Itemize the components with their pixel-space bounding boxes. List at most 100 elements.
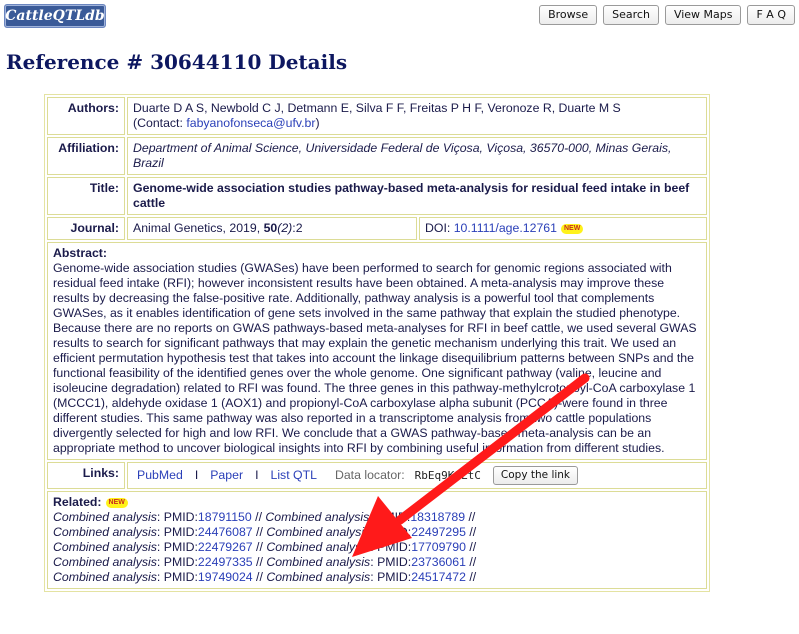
related-cell: Related: NEW Combined analysis: PMID:1879…	[47, 491, 707, 589]
journal-value: Animal Genetics, 2019, 50(2):2	[127, 217, 417, 240]
pmid-link[interactable]: 18791150	[198, 510, 252, 524]
related-separator: //	[252, 555, 267, 569]
related-entry-row: Combined analysis: PMID:19749024 // Comb…	[53, 570, 701, 585]
abstract-row: Abstract: Genome-wide association studie…	[47, 242, 707, 460]
combined-analysis-label: Combined analysis	[53, 525, 157, 539]
pmid-prefix: PMID:	[377, 540, 412, 554]
abstract-label: Abstract:	[53, 246, 107, 260]
related-label: Related:	[53, 495, 102, 509]
affiliation-row: Affiliation: Department of Animal Scienc…	[47, 137, 707, 175]
pmid-link[interactable]: 23736061	[411, 555, 466, 569]
search-button[interactable]: Search	[603, 5, 659, 25]
link-separator: I	[255, 468, 259, 482]
combined-analysis-label: Combined analysis	[53, 540, 157, 554]
links-label: Links:	[47, 462, 125, 489]
data-locator-label: Data locator:	[334, 468, 405, 482]
related-separator: //	[252, 570, 267, 584]
combined-analysis-label: Combined analysis	[266, 540, 371, 554]
site-logo[interactable]: CattleQTLdb	[4, 4, 106, 28]
pmid-link[interactable]: 19749024	[198, 570, 253, 584]
authors-row: Authors: Duarte D A S, Newbold C J, Detm…	[47, 97, 707, 135]
related-separator: //	[465, 540, 477, 554]
colon: :	[156, 525, 164, 539]
pmid-link[interactable]: 17709790	[411, 540, 466, 554]
related-list: Combined analysis: PMID:18791150 // Comb…	[53, 510, 701, 585]
related-entry-row: Combined analysis: PMID:22497335 // Comb…	[53, 555, 701, 570]
pmid-prefix: PMID:	[377, 555, 412, 569]
new-badge: NEW	[105, 498, 128, 508]
related-entry-row: Combined analysis: PMID:18791150 // Comb…	[53, 510, 701, 525]
links-row: Links: PubMed I Paper I List QTL Data lo…	[47, 462, 707, 489]
pmid-link[interactable]: 24517472	[411, 570, 466, 584]
journal-volume: 50	[263, 221, 278, 235]
title-value: Genome-wide association studies pathway-…	[127, 177, 707, 215]
pmid-link[interactable]: 22479267	[198, 540, 253, 554]
journal-label: Journal:	[47, 217, 125, 240]
pubmed-link[interactable]: PubMed	[137, 468, 183, 483]
related-entry-row: Combined analysis: PMID:24476087 // Comb…	[53, 525, 701, 540]
related-separator: //	[465, 555, 477, 569]
pmid-prefix: PMID:	[163, 510, 198, 524]
paper-link[interactable]: Paper	[210, 468, 243, 483]
doi-cell: DOI: 10.1111/age.12761 NEW	[419, 217, 707, 240]
list-qtl-link[interactable]: List QTL	[270, 468, 316, 483]
combined-analysis-label: Combined analysis	[265, 510, 370, 524]
faq-button[interactable]: F A Q	[747, 5, 795, 25]
contact-suffix: )	[315, 116, 320, 130]
title-row: Title: Genome-wide association studies p…	[47, 177, 707, 215]
related-separator: //	[465, 510, 476, 524]
view-maps-button[interactable]: View Maps	[664, 5, 742, 25]
pmid-link[interactable]: 18318789	[410, 510, 465, 524]
combined-analysis-label: Combined analysis	[53, 570, 157, 584]
pmid-prefix: PMID:	[163, 555, 198, 569]
related-separator: //	[252, 540, 267, 554]
top-nav: Browse Search View Maps F A Q	[539, 5, 795, 25]
data-locator-value: RbEq9K9LtC	[414, 469, 481, 482]
colon: :	[156, 510, 164, 524]
journal-row: Journal: Animal Genetics, 2019, 50(2):2 …	[47, 217, 707, 240]
pmid-prefix: PMID:	[163, 525, 198, 539]
doi-label: DOI:	[425, 221, 454, 235]
related-row: Related: NEW Combined analysis: PMID:1879…	[47, 491, 707, 589]
doi-link[interactable]: 10.1111/age.12761	[454, 221, 557, 235]
affiliation-label: Affiliation:	[47, 137, 125, 175]
colon: :	[156, 570, 164, 584]
pmid-link[interactable]: 22497335	[198, 555, 253, 569]
colon: :	[156, 540, 164, 554]
authors-label: Authors:	[47, 97, 125, 135]
pmid-prefix: PMID:	[377, 525, 412, 539]
pmid-prefix: PMID:	[163, 570, 198, 584]
page-title: Reference # 30644110 Details	[6, 50, 348, 74]
journal-pages: :2	[292, 221, 303, 235]
related-separator: //	[465, 570, 477, 584]
copy-link-button[interactable]: Copy the link	[492, 466, 579, 485]
journal-issue: (2)	[277, 221, 293, 235]
colon: :	[156, 555, 164, 569]
link-separator: I	[194, 468, 199, 482]
combined-analysis-label: Combined analysis	[266, 555, 371, 569]
abstract-text: Genome-wide association studies (GWASes)…	[53, 261, 697, 455]
combined-analysis-label: Combined analysis	[53, 555, 157, 569]
combined-analysis-label: Combined analysis	[266, 570, 371, 584]
pmid-link[interactable]: 24476087	[198, 525, 253, 539]
pmid-link[interactable]: 22497295	[411, 525, 466, 539]
pmid-prefix: PMID:	[377, 570, 412, 584]
related-separator: //	[465, 525, 477, 539]
browse-button[interactable]: Browse	[539, 5, 598, 25]
authors-names: Duarte D A S, Newbold C J, Detmann E, Si…	[133, 101, 621, 115]
new-badge: NEW	[560, 224, 584, 234]
title-label: Title:	[47, 177, 125, 215]
combined-analysis-label: Combined analysis	[53, 510, 157, 524]
reference-details-table: Authors: Duarte D A S, Newbold C J, Detm…	[44, 94, 710, 592]
affiliation-value: Department of Animal Science, Universida…	[127, 137, 707, 175]
contact-prefix: (Contact:	[133, 116, 187, 130]
authors-value: Duarte D A S, Newbold C J, Detmann E, Si…	[127, 97, 707, 135]
related-entry-row: Combined analysis: PMID:22479267 // Comb…	[53, 540, 701, 555]
related-separator: //	[251, 510, 266, 524]
links-value: PubMed I Paper I List QTL Data locator: …	[127, 462, 707, 489]
combined-analysis-label: Combined analysis	[266, 525, 371, 539]
contact-email-link[interactable]: fabyanofonseca@ufv.br	[186, 116, 315, 130]
pmid-prefix: PMID:	[376, 510, 411, 524]
pmid-prefix: PMID:	[163, 540, 198, 554]
related-separator: //	[252, 525, 267, 539]
